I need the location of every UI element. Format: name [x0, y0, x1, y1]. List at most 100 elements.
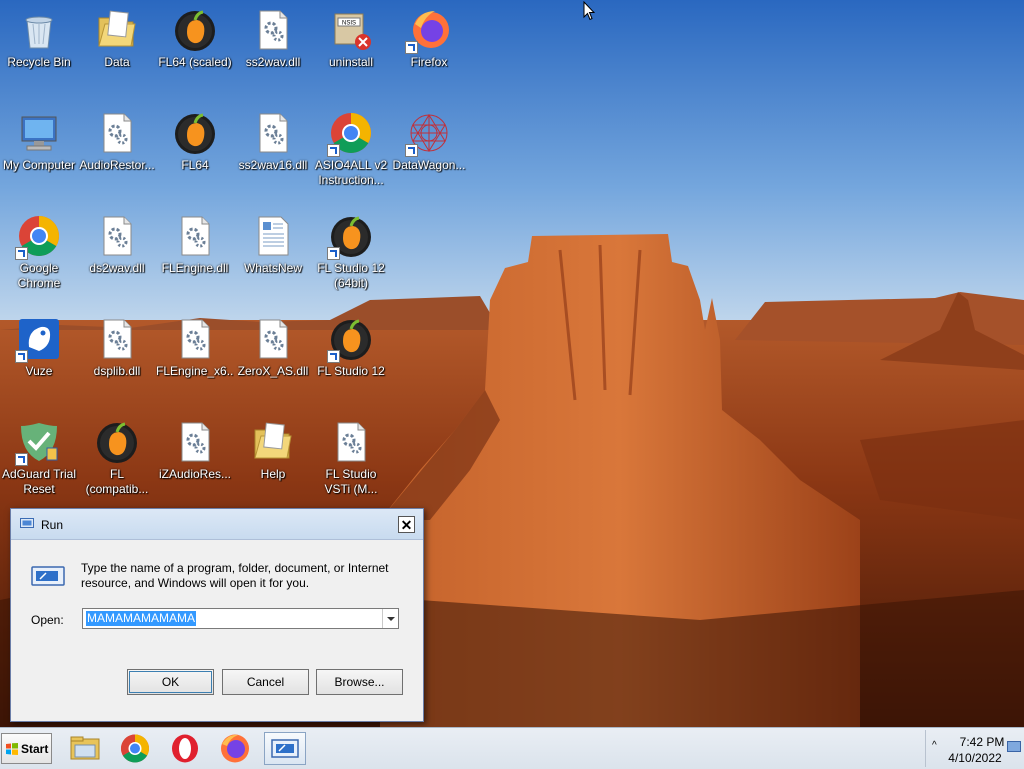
desktop-icon-label: FLEngine.dll — [161, 261, 229, 275]
desktop-icon[interactable]: ss2wav16.dll — [234, 111, 312, 173]
desktop-icon[interactable]: AdGuard Trial Reset — [0, 420, 78, 497]
chrome-icon — [327, 111, 373, 157]
desktop-icon-label-line2: VSTi (M... — [324, 482, 378, 496]
desktop-icon-label: ss2wav.dll — [245, 55, 301, 69]
fl-studio-icon — [327, 214, 373, 260]
shortcut-arrow-icon — [405, 144, 418, 157]
desktop-icon[interactable]: FL64 (scaled) — [156, 8, 234, 70]
desktop-icon-label: My Computer — [2, 158, 76, 172]
computer-icon — [17, 111, 61, 155]
desktop-icon[interactable]: Help — [234, 420, 312, 482]
desktop-icon[interactable]: Data — [78, 8, 156, 70]
desktop-icon[interactable]: My Computer — [0, 111, 78, 173]
show-desktop-button[interactable] — [1007, 741, 1021, 752]
desktop-icon-label: FL Studio 12 — [317, 364, 385, 378]
desktop-icon-label: uninstall — [328, 55, 374, 69]
desktop-icon-label-line2: Instruction... — [318, 173, 384, 187]
desktop-icon[interactable]: AudioRestor... — [78, 111, 156, 173]
shortcut-arrow-icon — [15, 453, 28, 466]
desktop-icon-label: Help — [260, 467, 286, 481]
windows-logo-icon — [6, 743, 18, 755]
desktop-icon-label: AdGuard Trial — [1, 467, 77, 481]
run-dialog-titlebar[interactable]: Run ✕ — [11, 509, 423, 540]
desktop-icon[interactable]: ZeroX_AS.dll — [234, 317, 312, 379]
desktop-icon[interactable]: FL Studio VSTi (M... — [312, 420, 390, 497]
ok-button[interactable]: OK — [127, 669, 214, 695]
start-button[interactable]: Start — [1, 733, 52, 764]
desktop-icon-label: AudioRestor... — [79, 158, 155, 172]
desktop-icon-label: DataWagon... — [392, 158, 466, 172]
dll-file-icon — [173, 214, 217, 258]
close-button[interactable]: ✕ — [398, 516, 415, 533]
dll-file-icon — [173, 420, 217, 464]
taskbar-file-explorer[interactable] — [64, 732, 106, 765]
desktop-icon-label: ZeroX_AS.dll — [237, 364, 309, 378]
desktop-icon[interactable]: Recycle Bin — [0, 8, 78, 70]
datawagon-icon — [405, 111, 451, 157]
desktop-icon-label: FL Studio — [325, 467, 377, 481]
desktop-icon-label: FL64 (scaled) — [158, 55, 232, 69]
desktop-icon[interactable]: FLEngine.dll — [156, 214, 234, 276]
run-dialog-description: Type the name of a program, folder, docu… — [81, 561, 389, 590]
desktop-icon[interactable]: FL Studio 12 — [312, 317, 390, 379]
chrome-icon — [121, 734, 149, 763]
desktop-icon[interactable]: WhatsNew — [234, 214, 312, 276]
desktop-icon[interactable]: ss2wav.dll — [234, 8, 312, 70]
clock-date[interactable]: 4/10/2022 — [944, 751, 1006, 765]
run-icon — [20, 518, 34, 528]
desktop-icon-label: FL Studio 12 — [317, 261, 385, 275]
shortcut-arrow-icon — [327, 247, 340, 260]
desktop-icon[interactable]: Vuze — [0, 317, 78, 379]
mouse-pointer-icon — [583, 1, 595, 21]
vuze-icon — [15, 317, 61, 363]
desktop-icon[interactable]: FL64 — [156, 111, 234, 173]
desktop-icon[interactable]: FL Studio 12 (64bit) — [312, 214, 390, 291]
desktop-icon[interactable]: iZAudioRes... — [156, 420, 234, 482]
fl-studio-icon — [173, 111, 217, 155]
dll-file-icon — [251, 111, 295, 155]
cancel-button[interactable]: Cancel — [222, 669, 309, 695]
desktop-icon[interactable]: ASIO4ALL v2 Instruction... — [312, 111, 390, 188]
firefox-icon — [405, 8, 451, 54]
dll-file-icon — [95, 111, 139, 155]
desktop-icon[interactable]: DataWagon... — [390, 111, 468, 173]
dll-file-icon — [329, 420, 373, 464]
dll-file-icon — [173, 317, 217, 361]
desktop-icon-label: FL64 — [181, 158, 209, 172]
desktop-icon-label: Vuze — [25, 364, 53, 378]
desktop-icon[interactable]: FL (compatib... — [78, 420, 156, 497]
taskbar-chrome[interactable] — [114, 732, 156, 765]
desktop-icon-label: ASIO4ALL v2 — [314, 158, 388, 172]
desktop-icon[interactable]: Google Chrome — [0, 214, 78, 291]
open-combobox[interactable]: MAMAMAMAMAMA — [82, 608, 399, 629]
open-input-value[interactable]: MAMAMAMAMAMA — [86, 611, 196, 626]
taskbar-run[interactable] — [264, 732, 306, 765]
run-dialog-title: Run — [41, 518, 64, 532]
desktop-icon-label: dsplib.dll — [93, 364, 141, 378]
desktop-icon-label: FLEngine_x6... — [156, 364, 234, 378]
desktop-icon[interactable]: NSIS uninstall — [312, 8, 390, 70]
dll-file-icon — [251, 317, 295, 361]
desktop-icon[interactable]: ds2wav.dll — [78, 214, 156, 276]
desktop-icon[interactable]: FLEngine_x6... — [156, 317, 234, 379]
browse-button[interactable]: Browse... — [316, 669, 403, 695]
chevron-down-icon[interactable] — [382, 609, 398, 628]
adguard-icon — [15, 420, 61, 466]
clock-time[interactable]: 7:42 PM — [952, 735, 1012, 749]
fl-studio-icon — [327, 317, 373, 363]
desktop-icon-label-line2: Chrome — [17, 276, 61, 290]
file-explorer-icon — [70, 736, 100, 760]
desktop-icon-label-line2: Reset — [23, 482, 55, 496]
show-hidden-icons-button[interactable]: ^ — [932, 740, 937, 751]
shortcut-arrow-icon — [405, 41, 418, 54]
desktop-icon-label: Data — [104, 55, 130, 69]
desktop-icon-label-line2: (compatib... — [85, 482, 149, 496]
taskbar-opera[interactable] — [164, 732, 206, 765]
taskbar-firefox[interactable] — [214, 732, 256, 765]
desktop-icon[interactable]: Firefox — [390, 8, 468, 70]
fl-studio-icon — [173, 8, 217, 52]
document-icon — [251, 214, 295, 258]
dll-file-icon — [251, 8, 295, 52]
desktop-icon[interactable]: dsplib.dll — [78, 317, 156, 379]
shortcut-arrow-icon — [15, 247, 28, 260]
